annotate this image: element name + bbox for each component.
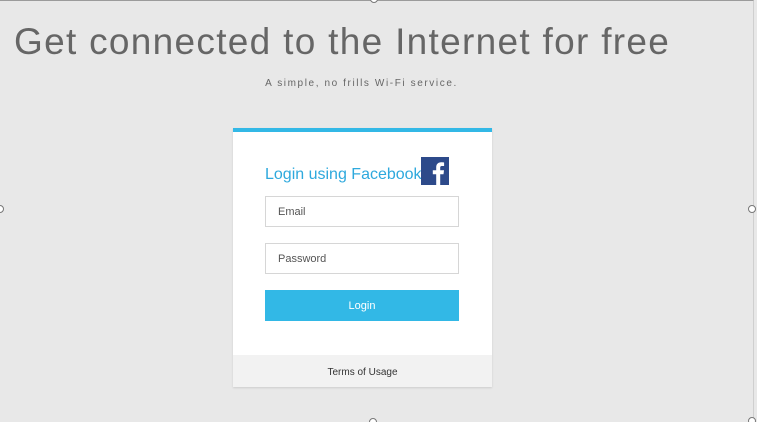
facebook-logo-svg bbox=[421, 157, 449, 185]
password-field[interactable] bbox=[265, 243, 459, 274]
terms-of-usage-link[interactable]: Terms of Usage bbox=[327, 367, 397, 378]
facebook-login-link[interactable]: Login using Facebook bbox=[265, 166, 422, 184]
page-tagline: A simple, no frills Wi-Fi service. bbox=[265, 78, 458, 89]
resize-handle-bottom[interactable] bbox=[369, 418, 377, 422]
resize-handle-right[interactable] bbox=[748, 205, 756, 213]
resize-handle-corner[interactable] bbox=[748, 417, 756, 422]
login-card: Login using Facebook Login Terms of Usag… bbox=[233, 128, 492, 387]
facebook-logo-icon[interactable] bbox=[421, 157, 449, 185]
email-field[interactable] bbox=[265, 196, 459, 227]
login-button[interactable]: Login bbox=[265, 290, 459, 321]
card-footer: Terms of Usage bbox=[233, 355, 492, 387]
page-headline: Get connected to the Internet for free bbox=[14, 21, 671, 62]
